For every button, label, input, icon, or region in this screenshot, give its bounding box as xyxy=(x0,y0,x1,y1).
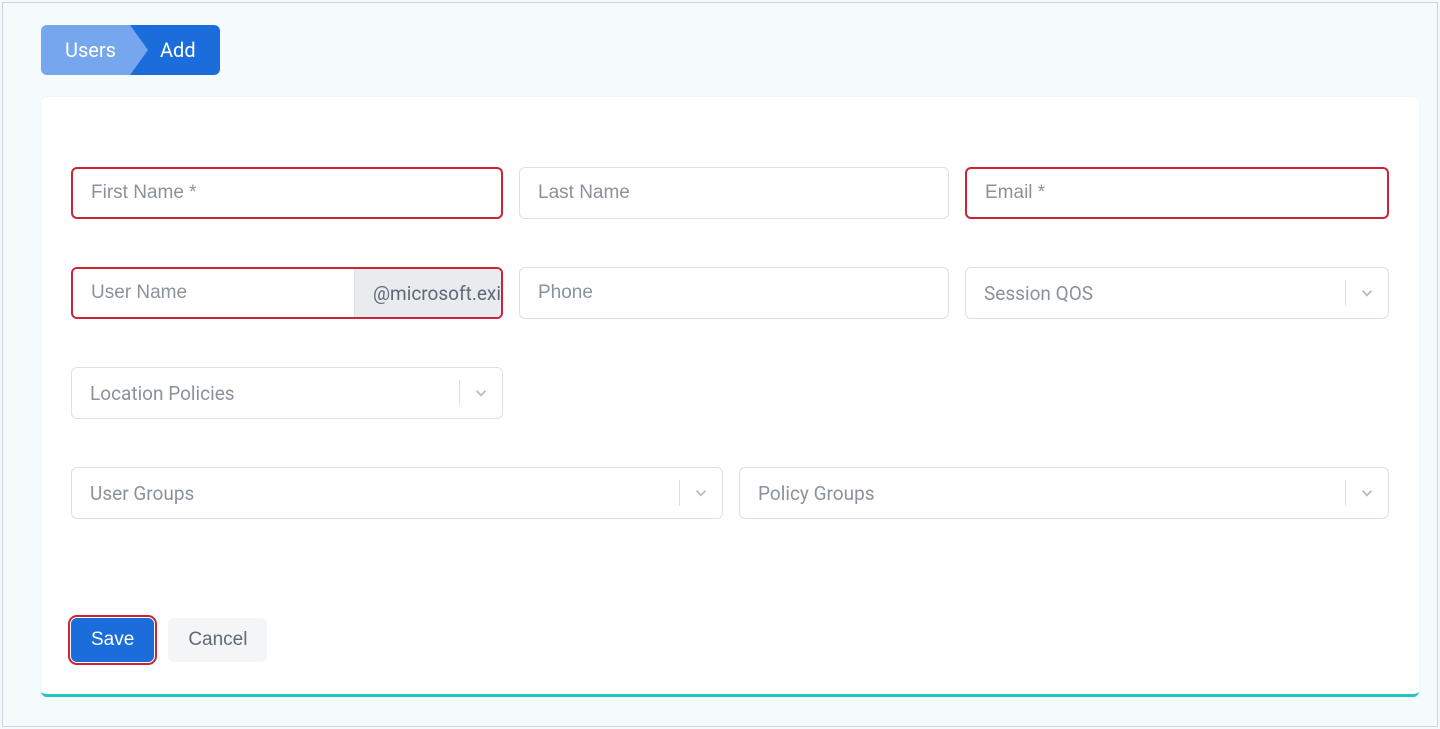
form-card: @microsoft.exium.net Session QOS Locatio… xyxy=(41,97,1419,697)
last-name-input[interactable] xyxy=(538,182,930,204)
phone-field[interactable] xyxy=(519,267,949,319)
user-name-input[interactable] xyxy=(73,269,354,317)
save-button[interactable]: Save xyxy=(71,618,154,662)
form-row-1 xyxy=(41,167,1419,267)
breadcrumb-users-label: Users xyxy=(65,38,116,62)
select-divider xyxy=(459,380,460,406)
breadcrumb-add-label: Add xyxy=(160,38,196,62)
select-divider xyxy=(1345,280,1346,306)
policy-groups-placeholder: Policy Groups xyxy=(758,482,875,505)
first-name-field[interactable] xyxy=(71,167,503,219)
cancel-button-label: Cancel xyxy=(188,629,247,651)
email-field[interactable] xyxy=(965,167,1389,219)
chevron-down-icon xyxy=(1358,284,1376,302)
user-name-field[interactable]: @microsoft.exium.net xyxy=(71,267,503,319)
session-qos-select[interactable]: Session QOS xyxy=(965,267,1389,319)
select-divider xyxy=(679,480,680,506)
breadcrumb: Users Add xyxy=(41,25,220,75)
form-row-4: User Groups Policy Groups xyxy=(41,467,1419,567)
user-groups-select[interactable]: User Groups xyxy=(71,467,723,519)
chevron-down-icon xyxy=(472,384,490,402)
form-actions: Save Cancel xyxy=(71,618,267,662)
page-container: Users Add @microsoft.exium.net xyxy=(2,2,1438,727)
location-policies-placeholder: Location Policies xyxy=(90,382,235,405)
form-row-2: @microsoft.exium.net Session QOS xyxy=(41,267,1419,367)
email-input[interactable] xyxy=(985,182,1369,204)
form-row-3: Location Policies xyxy=(41,367,1419,467)
breadcrumb-users[interactable]: Users xyxy=(41,25,130,75)
user-name-suffix: @microsoft.exium.net xyxy=(354,269,503,317)
location-policies-select[interactable]: Location Policies xyxy=(71,367,503,419)
first-name-input[interactable] xyxy=(91,182,483,204)
select-divider xyxy=(1345,480,1346,506)
policy-groups-select[interactable]: Policy Groups xyxy=(739,467,1389,519)
user-groups-placeholder: User Groups xyxy=(90,482,194,505)
last-name-field[interactable] xyxy=(519,167,949,219)
save-button-label: Save xyxy=(91,629,134,651)
session-qos-placeholder: Session QOS xyxy=(984,282,1093,305)
chevron-down-icon xyxy=(1358,484,1376,502)
chevron-down-icon xyxy=(692,484,710,502)
phone-input[interactable] xyxy=(538,282,930,304)
cancel-button[interactable]: Cancel xyxy=(168,618,267,662)
